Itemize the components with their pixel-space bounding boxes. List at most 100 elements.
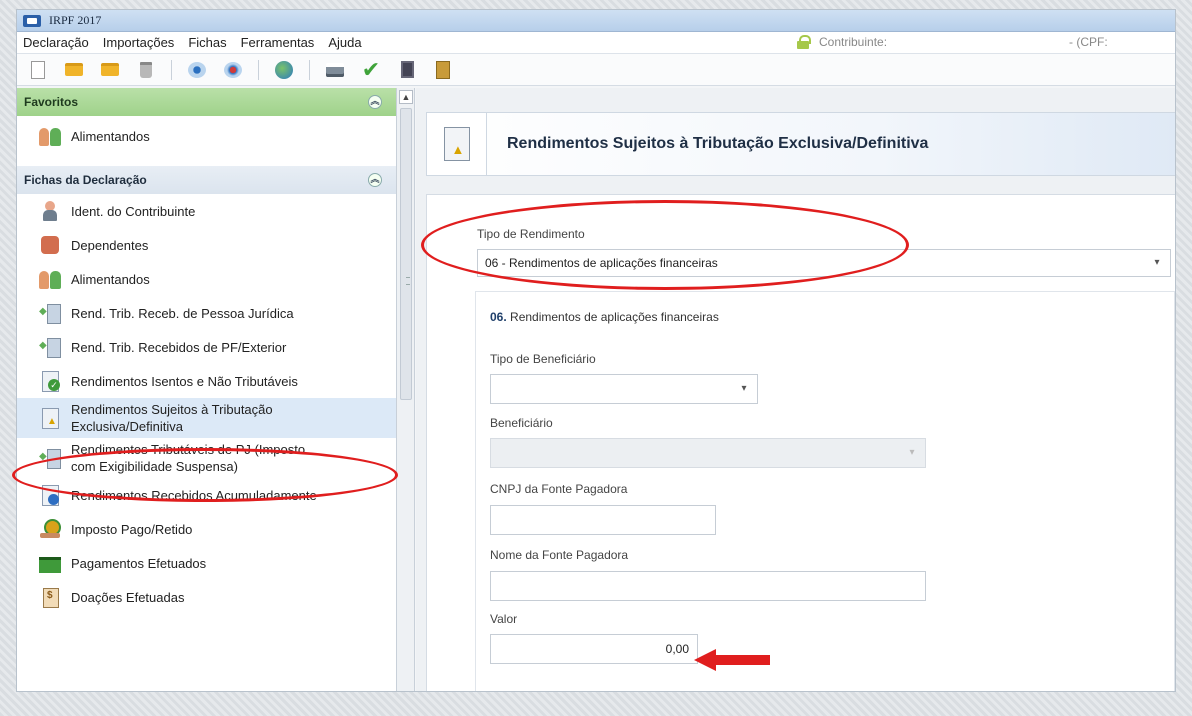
grip-icon (406, 277, 410, 285)
window-title: IRPF 2017 (49, 13, 102, 27)
beneficiario-label: Beneficiário (490, 416, 553, 430)
new-document-button[interactable] (27, 59, 49, 81)
chevron-down-icon[interactable]: ▾ (737, 382, 751, 396)
menu-ferramentas[interactable]: Ferramentas (241, 35, 315, 50)
calculator-button[interactable] (396, 59, 418, 81)
sidebar-item-rend-isentos[interactable]: Rendimentos Isentos e Não Tributáveis (17, 364, 396, 398)
open-button[interactable] (63, 59, 85, 81)
tipo-rendimento-value: 06 - Rendimentos de aplicações financeir… (485, 256, 718, 270)
sidebar-item-label: Alimentandos (71, 271, 150, 287)
folder-button[interactable] (99, 59, 121, 81)
valor-value: 0,00 (665, 642, 689, 656)
scroll-thumb[interactable] (400, 108, 412, 400)
sidebar-item-label: Pagamentos Efetuados (71, 555, 207, 571)
view-button[interactable] (186, 59, 208, 81)
toolbar-separator (171, 59, 172, 80)
people-icon (39, 125, 61, 147)
verify-button[interactable]: ✔ (360, 56, 382, 82)
chevron-down-icon[interactable]: ▾ (905, 446, 919, 460)
transmit-button[interactable] (273, 59, 295, 81)
main-panel: Rendimentos Sujeitos à Tributação Exclus… (416, 88, 1175, 691)
sidebar-item-favoritos-alimentandos[interactable]: Alimentandos (17, 116, 396, 156)
menu-declaracao[interactable]: Declaração (23, 35, 89, 50)
calculator-icon (400, 61, 414, 78)
sidebar-item-rend-pj[interactable]: Rend. Trib. Receb. de Pessoa Jurídica (17, 296, 396, 330)
sidebar-item-imposto-pago[interactable]: Imposto Pago/Retido (17, 512, 396, 546)
tipo-beneficiario-label: Tipo de Beneficiário (490, 352, 596, 366)
form-content: Tipo de Rendimento 06 - Rendimentos de a… (426, 194, 1175, 691)
chevron-down-icon[interactable]: ▾ (1150, 256, 1164, 270)
toolbar-separator (309, 59, 310, 80)
menu-importacoes[interactable]: Importações (103, 35, 175, 50)
income-company-icon (39, 302, 61, 324)
sidebar-item-label: Imposto Pago/Retido (71, 521, 193, 537)
sidebar-item-label: Doações Efetuadas (71, 589, 185, 605)
sidebar-item-doacoes[interactable]: Doações Efetuadas (17, 580, 396, 614)
section-number: 06. (490, 310, 507, 324)
payments-icon (39, 552, 61, 574)
collapse-icon[interactable]: ︽ (368, 95, 382, 109)
book-icon (436, 60, 450, 79)
view-icon (188, 61, 206, 78)
contribuinte-status: Contribuinte: (797, 35, 887, 49)
sidebar-item-rend-acumulados[interactable]: Rendimentos Recebidos Acumuladamente (17, 478, 396, 512)
favoritos-title: Favoritos (24, 95, 79, 109)
sidebar: Favoritos ︽ Alimentandos Fichas da Decla… (17, 88, 397, 691)
sidebar-item-rend-pf-exterior[interactable]: Rend. Trib. Recebidos de PF/Exterior (17, 330, 396, 364)
sidebar-item-label: Rend. Trib. Receb. de Pessoa Jurídica (71, 305, 294, 321)
sidebar-item-label: Rendimentos Isentos e Não Tributáveis (71, 373, 298, 389)
fichas-header[interactable]: Fichas da Declaração ︽ (17, 166, 396, 194)
toolbar: ✔ (17, 54, 1175, 86)
section-title: 06. Rendimentos de aplicações financeira… (490, 310, 719, 324)
collapse-icon[interactable]: ︽ (368, 173, 382, 187)
sidebar-item-ident-contribuinte[interactable]: Ident. do Contribuinte (17, 194, 396, 228)
check-icon: ✔ (361, 56, 381, 82)
app-logo-icon (23, 14, 41, 27)
title-bar: IRPF 2017 (17, 10, 1175, 32)
accumulated-income-icon (39, 484, 61, 506)
menu-ajuda[interactable]: Ajuda (328, 35, 361, 50)
sidebar-item-label: Rend. Trib. Recebidos de PF/Exterior (71, 339, 287, 355)
toolbar-separator (258, 59, 259, 80)
sidebar-item-alimentandos[interactable]: Alimentandos (17, 262, 396, 296)
irpf-window: IRPF 2017 Declaração Importações Fichas … (16, 9, 1176, 692)
valor-input[interactable]: 0,00 (490, 634, 698, 664)
cnpj-input[interactable] (490, 505, 716, 535)
tipo-rendimento-label: Tipo de Rendimento (477, 227, 585, 241)
view-alt-icon (224, 61, 242, 78)
globe-icon (275, 60, 293, 79)
book-button[interactable] (432, 59, 454, 81)
sidebar-item-dependentes[interactable]: Dependentes (17, 228, 396, 262)
sidebar-item-rend-exclusiva[interactable]: Rendimentos Sujeitos à Tributação Exclus… (17, 398, 396, 438)
tipo-rendimento-select[interactable]: 06 - Rendimentos de aplicações financeir… (477, 249, 1171, 277)
tipo-beneficiario-select[interactable]: ▾ (490, 374, 758, 404)
lock-icon (797, 35, 811, 49)
menu-bar: Declaração Importações Fichas Ferramenta… (17, 32, 1175, 54)
cnpj-label: CNPJ da Fonte Pagadora (490, 482, 628, 496)
sidebar-scrollbar[interactable]: ▲ (397, 88, 415, 691)
person-icon (39, 200, 61, 222)
delete-button[interactable] (135, 59, 157, 81)
print-icon (326, 62, 344, 77)
header-icon-box (427, 113, 487, 175)
sidebar-item-label: Rendimentos Tributáveis de PJ (Imposto c… (71, 442, 306, 474)
folder-icon (101, 63, 119, 76)
nome-fonte-input[interactable] (490, 571, 926, 601)
contribuinte-label: Contribuinte: (819, 35, 888, 49)
sidebar-item-rend-pj-suspensa[interactable]: Rendimentos Tributáveis de PJ (Imposto c… (17, 438, 396, 478)
section-title-text: Rendimentos de aplicações financeiras (510, 310, 719, 324)
new-document-icon (31, 60, 45, 79)
favoritos-header[interactable]: Favoritos ︽ (17, 88, 396, 116)
menu-fichas[interactable]: Fichas (188, 35, 226, 50)
view-alt-button[interactable] (222, 59, 244, 81)
sidebar-item-pagamentos[interactable]: Pagamentos Efetuados (17, 546, 396, 580)
beneficiario-select[interactable]: ▾ (490, 438, 926, 468)
scroll-up-icon[interactable]: ▲ (399, 90, 413, 104)
exclusive-tax-icon (39, 407, 61, 429)
aplicacoes-financeiras-panel: 06. Rendimentos de aplicações financeira… (475, 291, 1175, 691)
print-button[interactable] (324, 59, 346, 81)
open-folder-icon (65, 63, 83, 76)
income-person-icon (39, 336, 61, 358)
sidebar-item-label: Rendimentos Sujeitos à Tributação Exclus… (71, 402, 273, 434)
page-header: Rendimentos Sujeitos à Tributação Exclus… (426, 112, 1175, 176)
